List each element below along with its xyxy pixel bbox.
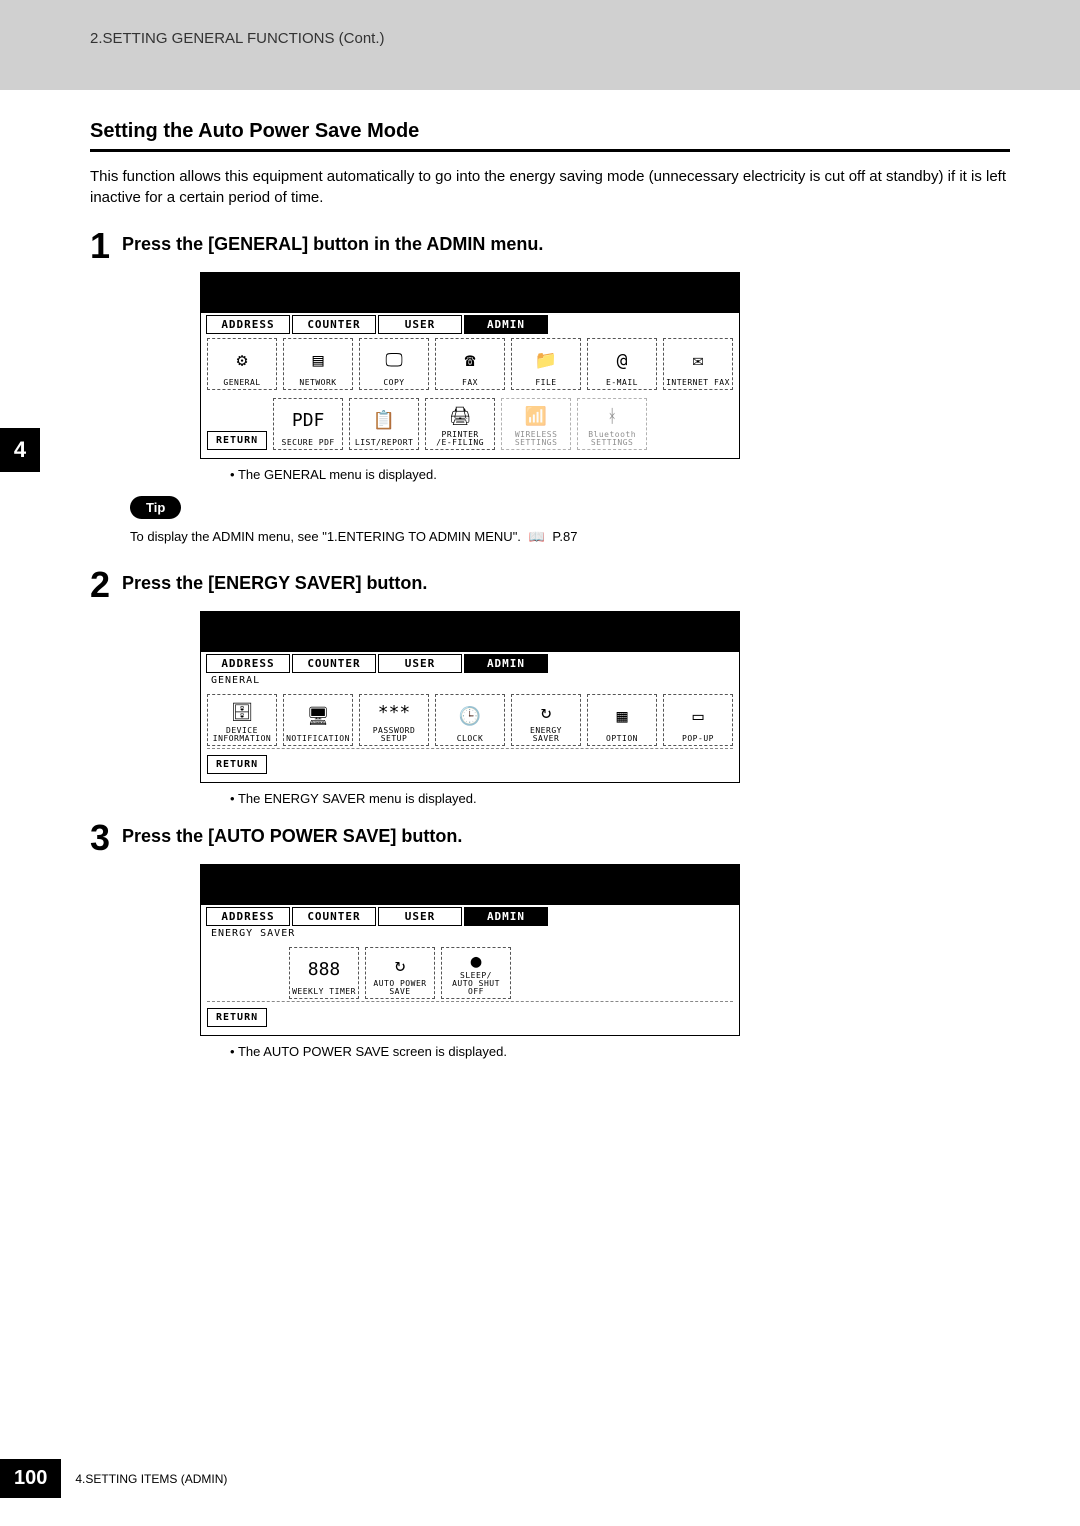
- bluetooth-icon: ᚼ: [607, 402, 618, 431]
- chapter-tab: 4: [0, 428, 40, 472]
- pdf-icon: PDF: [292, 402, 325, 439]
- password-setup-button[interactable]: ***PASSWORD SETUP: [359, 694, 429, 746]
- tab-user[interactable]: USER: [378, 315, 462, 334]
- email-icon: @: [617, 342, 628, 379]
- fax-button[interactable]: ☎FAX: [435, 338, 505, 390]
- tab-counter[interactable]: COUNTER: [292, 654, 376, 673]
- page-number: 100: [0, 1459, 61, 1498]
- tab-address[interactable]: ADDRESS: [206, 654, 290, 673]
- popup-icon: ▭: [693, 698, 704, 735]
- file-icon: 📁: [535, 342, 557, 379]
- intro-text: This function allows this equipment auto…: [90, 166, 1010, 208]
- step-title: Press the [AUTO POWER SAVE] button.: [122, 820, 462, 847]
- network-icon: ▤: [313, 342, 324, 379]
- tab-admin[interactable]: ADMIN: [464, 907, 548, 926]
- internet-fax-icon: ✉: [693, 342, 704, 379]
- return-button[interactable]: RETURN: [207, 431, 267, 450]
- option-icon: ▦: [617, 698, 628, 735]
- footer-text: 4.SETTING ITEMS (ADMIN): [75, 1472, 227, 1486]
- screen-path: ENERGY SAVER: [201, 926, 739, 943]
- energy-saver-button[interactable]: ↻ENERGY SAVER: [511, 694, 581, 746]
- weekly-timer-button[interactable]: 888WEEKLY TIMER: [289, 947, 359, 999]
- internet-fax-button[interactable]: ✉INTERNET FAX: [663, 338, 733, 390]
- divider: [90, 149, 1010, 152]
- book-icon: 📖: [529, 529, 545, 545]
- tab-address[interactable]: ADDRESS: [206, 315, 290, 334]
- tab-counter[interactable]: COUNTER: [292, 315, 376, 334]
- printer-efiling-button[interactable]: 🖨PRINTER /E-FILING: [425, 398, 495, 450]
- gear-icon: ⚙: [237, 342, 248, 379]
- bluetooth-settings-button: ᚼBluetooth SETTINGS: [577, 398, 647, 450]
- option-button[interactable]: ▦OPTION: [587, 694, 657, 746]
- notification-icon: 🖥: [307, 698, 330, 735]
- tab-address[interactable]: ADDRESS: [206, 907, 290, 926]
- tab-user[interactable]: USER: [378, 654, 462, 673]
- wireless-icon: 📶: [525, 402, 547, 431]
- file-button[interactable]: 📁FILE: [511, 338, 581, 390]
- device-information-button[interactable]: 🗄DEVICE INFORMATION: [207, 694, 277, 746]
- return-button[interactable]: RETURN: [207, 1008, 267, 1027]
- tip-text: To display the ADMIN menu, see "1.ENTERI…: [130, 529, 1010, 545]
- fax-icon: ☎: [465, 342, 476, 379]
- network-button[interactable]: ▤NETWORK: [283, 338, 353, 390]
- email-button[interactable]: @E-MAIL: [587, 338, 657, 390]
- general-button[interactable]: ⚙GENERAL: [207, 338, 277, 390]
- step-note: The ENERGY SAVER menu is displayed.: [230, 791, 1010, 806]
- step-number: 2: [90, 567, 110, 603]
- tab-admin[interactable]: ADMIN: [464, 654, 548, 673]
- breadcrumb: 2.SETTING GENERAL FUNCTIONS (Cont.): [90, 30, 1080, 47]
- tab-user[interactable]: USER: [378, 907, 462, 926]
- step-title: Press the [ENERGY SAVER] button.: [122, 567, 427, 594]
- copy-icon: 🖵: [385, 342, 402, 379]
- clock-icon: 🕒: [459, 698, 481, 735]
- step-note: The AUTO POWER SAVE screen is displayed.: [230, 1044, 1010, 1059]
- wireless-settings-button: 📶WIRELESS SETTINGS: [501, 398, 571, 450]
- step-number: 1: [90, 228, 110, 264]
- notification-button[interactable]: 🖥NOTIFICATION: [283, 694, 353, 746]
- tip-badge: Tip: [130, 496, 181, 519]
- copy-button[interactable]: 🖵COPY: [359, 338, 429, 390]
- timer-icon: 888: [308, 951, 341, 988]
- popup-button[interactable]: ▭POP-UP: [663, 694, 733, 746]
- sleep-icon: ●: [471, 951, 482, 972]
- secure-pdf-button[interactable]: PDFSECURE PDF: [273, 398, 343, 450]
- step-note: The GENERAL menu is displayed.: [230, 467, 1010, 482]
- auto-power-save-button[interactable]: ↻AUTO POWER SAVE: [365, 947, 435, 999]
- step-number: 3: [90, 820, 110, 856]
- printer-icon: 🖨: [449, 402, 472, 431]
- return-button[interactable]: RETURN: [207, 755, 267, 774]
- report-icon: 📋: [373, 402, 395, 439]
- energy-saver-menu-screenshot: ADDRESS COUNTER USER ADMIN ENERGY SAVER …: [200, 864, 740, 1036]
- clock-button[interactable]: 🕒CLOCK: [435, 694, 505, 746]
- energy-saver-icon: ↻: [541, 698, 552, 727]
- list-report-button[interactable]: 📋LIST/REPORT: [349, 398, 419, 450]
- section-title: Setting the Auto Power Save Mode: [90, 120, 1010, 143]
- tab-counter[interactable]: COUNTER: [292, 907, 376, 926]
- device-icon: 🗄: [231, 698, 254, 727]
- sleep-auto-shutoff-button[interactable]: ●SLEEP/ AUTO SHUT OFF: [441, 947, 511, 999]
- tab-admin[interactable]: ADMIN: [464, 315, 548, 334]
- screen-path: GENERAL: [201, 673, 739, 690]
- general-menu-screenshot: ADDRESS COUNTER USER ADMIN GENERAL 🗄DEVI…: [200, 611, 740, 783]
- step-title: Press the [GENERAL] button in the ADMIN …: [122, 228, 543, 255]
- password-icon: ***: [378, 698, 411, 727]
- admin-menu-screenshot: ADDRESS COUNTER USER ADMIN ⚙GENERAL ▤NET…: [200, 272, 740, 459]
- power-save-icon: ↻: [395, 951, 406, 980]
